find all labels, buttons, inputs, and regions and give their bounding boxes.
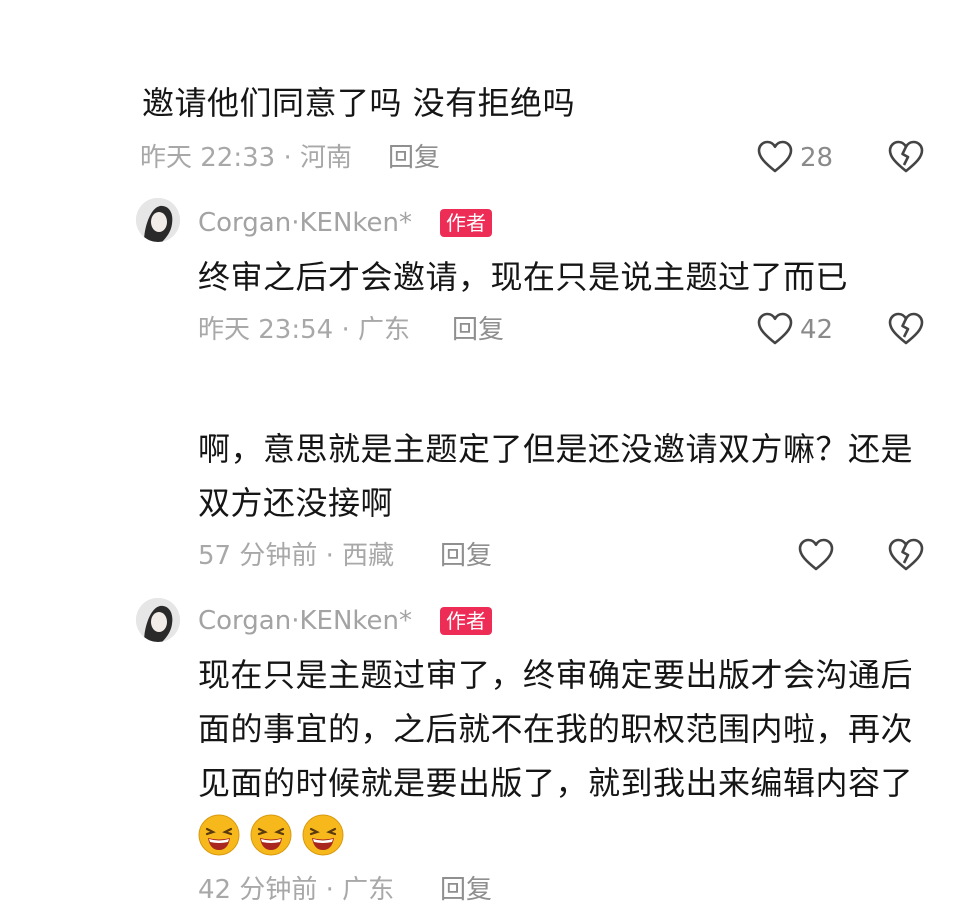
comment-time-location: 57 分钟前 · 西藏 (198, 541, 395, 571)
like-button[interactable] (798, 538, 834, 576)
heart-outline-icon (757, 140, 793, 174)
emoji-row (198, 814, 344, 856)
dislike-button[interactable] (888, 312, 924, 350)
laughing-emoji (198, 814, 240, 856)
laughing-emoji (250, 814, 292, 856)
comment-text-line: 啊，意思就是主题定了但是还没邀请双方嘛？还是 (198, 430, 914, 468)
reply-text-line: 现在只是主题过审了，终审确定要出版才会沟通后 (198, 656, 914, 694)
broken-heart-icon (888, 538, 924, 572)
comment-text: 邀请他们同意了吗 没有拒绝吗 (142, 84, 576, 122)
heart-outline-icon (798, 538, 834, 572)
author-badge: 作者 (440, 607, 492, 635)
avatar[interactable] (136, 198, 180, 242)
dislike-button[interactable] (888, 140, 924, 178)
like-button[interactable] (757, 140, 793, 174)
dislike-button[interactable] (888, 538, 924, 576)
username[interactable]: Corgan·KENken* (198, 605, 412, 637)
reply-time-location: 昨天 23:54 · 广东 (198, 315, 410, 345)
laughing-emoji (302, 814, 344, 856)
reply-button[interactable]: 回复 (388, 142, 440, 174)
reply-button[interactable]: 回复 (440, 874, 492, 906)
like-count: 42 (800, 315, 834, 345)
reply-button[interactable]: 回复 (452, 314, 504, 346)
author-badge: 作者 (440, 209, 492, 237)
comment-thread: 邀请他们同意了吗 没有拒绝吗 昨天 22:33 · 河南 回复 28 Corga… (0, 0, 960, 912)
reply-text-line: 见面的时候就是要出版了，就到我出来编辑内容了 (198, 764, 914, 802)
username[interactable]: Corgan·KENken* (198, 207, 412, 239)
avatar[interactable] (136, 598, 180, 642)
reply-text-line: 面的事宜的，之后就不在我的职权范围内啦，再次 (198, 710, 914, 748)
comment-time-location: 昨天 22:33 · 河南 (140, 143, 352, 173)
like-button[interactable] (757, 312, 793, 350)
like-count: 28 (800, 143, 834, 173)
reply-text: 终审之后才会邀请，现在只是说主题过了而已 (198, 258, 849, 296)
heart-outline-icon (757, 312, 793, 346)
broken-heart-icon (888, 312, 924, 346)
comment-text-line: 双方还没接啊 (198, 484, 394, 522)
reply-time-location: 42 分钟前 · 广东 (198, 875, 395, 905)
reply-button[interactable]: 回复 (440, 540, 492, 572)
broken-heart-icon (888, 140, 924, 174)
